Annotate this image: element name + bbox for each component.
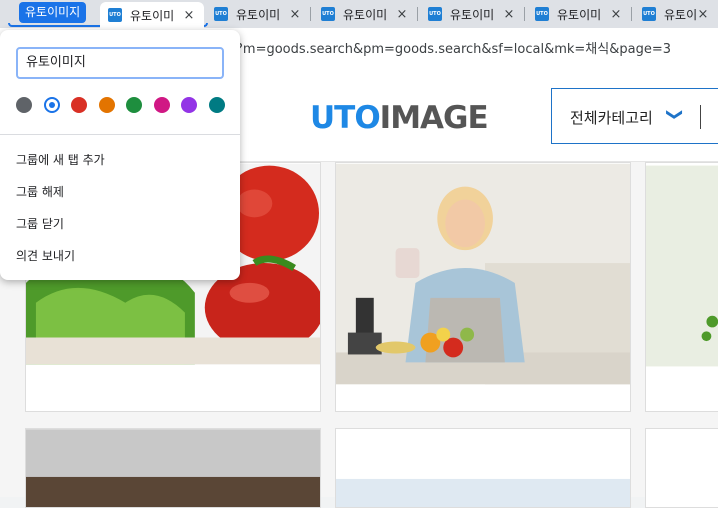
image-card[interactable] [335,428,631,508]
tab-title: 유토이미 [450,7,495,22]
image-card[interactable] [335,162,631,412]
color-swatch-red[interactable] [71,97,87,113]
tab-group-chip[interactable]: 유토이미지 [19,2,87,23]
favicon-icon: UTO [428,7,442,21]
logo-part-image: IMAGE [379,100,489,136]
woman-smoothie-photo [336,163,630,385]
logo-part-uto: UTO [310,100,381,136]
close-icon[interactable]: × [182,8,196,23]
color-swatch-cyan[interactable] [208,97,225,113]
category-divider [700,105,701,129]
tab-2[interactable]: UTO 유토이미 × [206,2,310,26]
favicon-icon: UTO [214,7,228,21]
partial-photo [646,165,718,367]
chevron-down-icon: ❯ [666,107,686,122]
color-swatch-grey[interactable] [16,97,32,113]
tab-separator [310,7,311,21]
close-icon[interactable]: × [609,7,623,22]
tab-separator [524,7,525,21]
close-icon[interactable]: × [502,7,516,22]
tab-strip: 유토이미지 UTO 유토이미 × UTO 유토이미 × UTO 유토이미 × U… [0,0,718,28]
color-swatch-blue[interactable] [43,97,60,113]
image-card[interactable] [645,428,718,508]
category-label: 전체카테고리 [570,109,653,127]
favicon-icon: UTO [642,7,656,21]
site-logo[interactable]: UTOIMAGE [310,100,489,136]
close-icon[interactable]: × [696,7,710,22]
image-card[interactable] [645,162,718,412]
menu-item-send-feedback[interactable]: 의견 보내기 [16,247,75,264]
color-swatch-purple[interactable] [181,97,197,113]
color-picker [16,97,236,113]
bottom-photo-3 [646,430,718,507]
menu-divider [0,134,240,135]
color-swatch-pink[interactable] [153,97,170,113]
tab-5[interactable]: UTO 유토이미 × [527,2,631,26]
image-card[interactable] [25,428,321,508]
tab-title: 유토이미 [130,8,175,23]
tab-separator [631,7,632,21]
tab-3[interactable]: UTO 유토이미 × [313,2,417,26]
color-swatch-yellow[interactable] [98,97,115,113]
favicon-icon: UTO [321,7,335,21]
tab-separator [417,7,418,21]
tab-title: 유토이미 [236,7,281,22]
url-text[interactable]: ?m=goods.search&pm=goods.search&sf=local… [236,38,671,57]
tab-1[interactable]: UTO 유토이미 × [100,2,204,28]
bottom-photo-2 [336,429,630,507]
menu-item-ungroup[interactable]: 그룹 해제 [16,183,64,200]
favicon-icon: UTO [535,7,549,21]
close-icon[interactable]: × [395,7,409,22]
tab-title: 유토이미 [557,7,602,22]
group-name-input[interactable]: 유토이미지 [16,47,224,79]
favicon-icon: UTO [108,8,122,22]
menu-item-close-group[interactable]: 그룹 닫기 [16,215,64,232]
color-swatch-green[interactable] [126,97,142,113]
bottom-photo-1 [26,429,320,507]
tab-4[interactable]: UTO 유토이미 × [420,2,524,26]
tab-title: 유토이미 [664,7,696,22]
close-icon[interactable]: × [288,7,302,22]
tab-6[interactable]: UTO 유토이미 × [634,2,718,26]
tab-group-editor: 유토이미지 그룹에 새 탭 추가 그룹 해제 그룹 닫기 의견 보내기 [0,30,240,280]
category-select[interactable]: 전체카테고리 ❯ [551,88,718,144]
menu-item-add-tab[interactable]: 그룹에 새 탭 추가 [16,151,105,168]
tab-title: 유토이미 [343,7,388,22]
